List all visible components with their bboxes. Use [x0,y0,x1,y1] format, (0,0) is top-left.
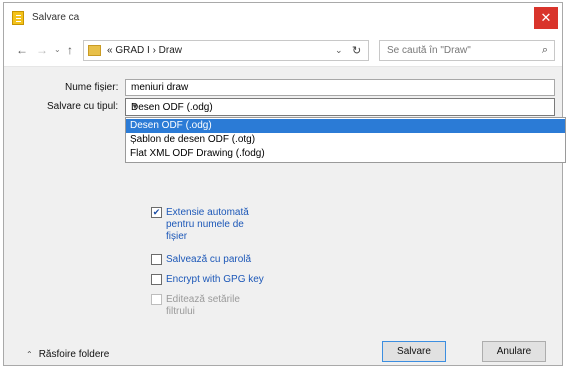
recent-locations-chevron-icon[interactable]: ⌄ [54,45,61,54]
save-button[interactable]: Salvare [382,341,446,362]
file-type-select[interactable]: Desen ODF (.odg) ▼ [125,98,555,116]
form-area: Nume fișier: meniuri draw Salvare cu tip… [4,67,566,363]
cancel-button[interactable]: Anulare [482,341,546,362]
filename-value: meniuri draw [131,82,189,93]
edit-filter-label-line2: filtrului [166,306,195,317]
auto-extension-label-line2: pentru numele de [166,219,244,230]
file-type-option[interactable]: Șablon de desen ODF (.otg) [126,133,565,147]
file-type-dropdown-list: Desen ODF (.odg) Șablon de desen ODF (.o… [125,117,566,163]
file-type-option[interactable]: Desen ODF (.odg) [126,119,565,133]
encrypt-gpg-checkbox[interactable] [151,274,162,285]
breadcrumb[interactable]: « GRAD I › Draw [107,45,182,56]
filename-field[interactable]: meniuri draw [125,79,555,96]
chevron-up-icon: ⌃ [26,350,33,359]
dialog-title: Salvare ca [32,12,80,23]
address-bar[interactable]: « GRAD I › Draw ⌄ ↻ [83,40,369,61]
file-type-label: Salvare cu tipul: [47,101,119,112]
file-type-option[interactable]: Flat XML ODF Drawing (.fodg) [126,147,565,161]
edit-filter-label-line1: Editează setările [166,294,240,305]
close-button[interactable]: ✕ [534,7,558,29]
refresh-icon[interactable]: ↻ [352,44,361,57]
title-bar: Salvare ca ✕ [4,3,562,33]
forward-arrow-icon[interactable]: → [36,43,48,57]
folder-icon [88,45,101,56]
app-document-icon [12,11,24,25]
back-arrow-icon[interactable]: ← [16,43,28,57]
encrypt-gpg-label: Encrypt with GPG key [166,274,264,285]
search-icon: ⌕ [541,44,548,56]
chevron-down-icon: ▼ [131,102,139,111]
up-folder-icon[interactable]: ↑ [67,43,73,57]
filename-label: Nume fișier: [65,82,119,93]
browse-folders-label: Răsfoire foldere [38,349,110,360]
save-password-label: Salvează cu parolă [166,254,252,265]
auto-extension-label-line3: fișier [166,231,188,242]
browse-folders-toggle[interactable]: ⌃ Răsfoire foldere [26,349,109,360]
auto-extension-label-line1: Extensie automată [166,207,249,218]
navigation-bar: ← → ⌄ ↑ « GRAD I › Draw ⌄ ↻ Se caută în … [4,33,562,67]
save-password-checkbox[interactable] [151,254,162,265]
save-as-dialog: Salvare ca ✕ ← → ⌄ ↑ « GRAD I › Draw ⌄ ↻… [3,2,566,366]
address-history-chevron-icon[interactable]: ⌄ [335,45,343,56]
auto-extension-checkbox[interactable]: ✔ [151,207,162,218]
edit-filter-checkbox [151,294,162,305]
search-placeholder: Se caută în "Draw" [387,45,471,56]
search-input[interactable]: Se caută în "Draw" ⌕ [379,40,555,61]
